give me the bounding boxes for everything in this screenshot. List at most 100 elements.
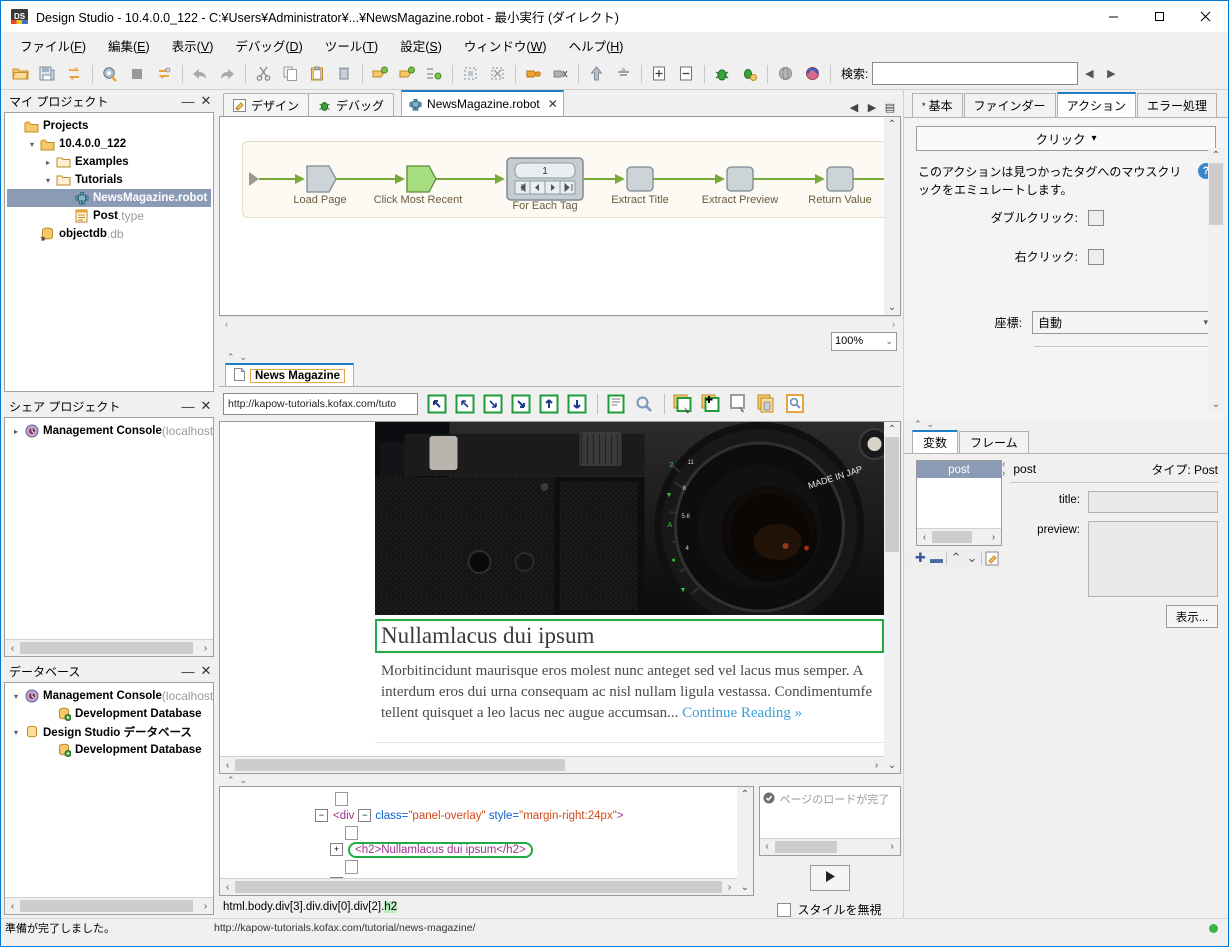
ignore-styles-row[interactable]: スタイルを無視 <box>777 901 881 918</box>
share-projects-hscrollbar[interactable]: ‹ › <box>5 639 213 656</box>
editor-menu-icon[interactable]: ▤ <box>883 101 897 114</box>
collapse-step-icon[interactable] <box>547 61 573 87</box>
my-projects-tree[interactable]: Projects ▾ 10.4.0.0_122 ▸ Examples <box>4 112 214 392</box>
scroll-left-arrow[interactable]: ‹ <box>219 319 234 330</box>
debug-icon[interactable] <box>709 61 735 87</box>
tree-item-development-database-1[interactable]: Development Database <box>7 705 211 723</box>
inspect-icon[interactable] <box>782 391 808 417</box>
collapse-down-icon[interactable]: ⌄ <box>240 352 248 363</box>
insert-step-before-icon[interactable] <box>367 61 393 87</box>
show-button[interactable]: 表示... <box>1166 605 1218 628</box>
move-down-icon[interactable] <box>610 61 636 87</box>
scroll-up-arrow[interactable]: ⌃ <box>888 422 896 437</box>
collapse-down-icon[interactable]: ⌄ <box>240 775 248 786</box>
remove-icon[interactable]: ▬ <box>930 548 943 568</box>
scroll-thumb[interactable] <box>885 437 899 552</box>
selected-node-highlight[interactable]: <h2>Nullamlacus dui ipsum</h2> <box>348 842 533 858</box>
minimize-button[interactable] <box>1090 1 1136 32</box>
run-robot-icon[interactable] <box>97 61 123 87</box>
source-vscrollbar[interactable]: ⌃ ⌄ <box>737 787 753 895</box>
tab-variables[interactable]: 変数 <box>912 430 958 453</box>
tree-item-tutorials[interactable]: ▾ Tutorials <box>7 171 211 189</box>
title-input[interactable] <box>1088 491 1218 513</box>
collapse-up-icon[interactable]: ⌃ <box>914 419 922 430</box>
scroll-track[interactable] <box>885 437 899 758</box>
scroll-right-arrow[interactable]: › <box>869 760 884 771</box>
scroll-thumb[interactable] <box>20 642 193 654</box>
close-button[interactable] <box>1182 1 1228 32</box>
robot-flow-canvas[interactable]: 1 <box>219 116 901 316</box>
debug-from-here-icon[interactable] <box>736 61 762 87</box>
add-tag-finder-icon[interactable] <box>698 391 724 417</box>
editor-prev-button[interactable]: ◀ <box>847 101 861 114</box>
twisty[interactable]: ▾ <box>9 692 23 701</box>
tree-item-newsmagazine-robot[interactable]: NewsMagazine.robot <box>7 189 211 207</box>
source-line-h2[interactable]: + <h2>Nullamlacus dui ipsum</h2> <box>220 841 753 858</box>
html-tree-view[interactable]: − <div − class="panel-overlay" style="ma… <box>219 786 754 896</box>
database-hscrollbar[interactable]: ‹ › <box>5 897 213 914</box>
scroll-track[interactable] <box>738 802 752 880</box>
message-hscrollbar[interactable]: ‹ › <box>760 838 900 855</box>
attr-collapse-toggle[interactable]: − <box>358 809 371 822</box>
delete-icon[interactable] <box>331 61 357 87</box>
tree-item-projects[interactable]: Projects <box>7 117 211 135</box>
menu-tools[interactable]: ツール(T) <box>314 32 389 59</box>
scroll-thumb[interactable] <box>235 881 722 893</box>
tab-debug[interactable]: デバッグ <box>308 93 394 116</box>
browser-page-view[interactable]: LENS MADE IN JAP <box>219 421 901 774</box>
scroll-track[interactable] <box>1209 163 1223 397</box>
scroll-track[interactable] <box>932 530 986 544</box>
tab-basic[interactable]: *基本 <box>912 93 963 117</box>
canvas-vscrollbar[interactable]: ⌃ ⌄ <box>884 117 900 315</box>
scroll-track[interactable] <box>885 132 899 300</box>
scroll-thumb[interactable] <box>20 900 193 912</box>
source-line-textnode-2[interactable] <box>220 824 753 841</box>
save-icon[interactable] <box>34 61 60 87</box>
reload-icon[interactable] <box>151 61 177 87</box>
share-projects-tree[interactable]: ▸ Management Console (localhost) ‹ › <box>4 417 214 657</box>
expand-toggle[interactable]: + <box>330 843 343 856</box>
scroll-left-arrow[interactable]: ‹ <box>220 882 235 893</box>
select-parent-icon[interactable] <box>424 391 450 417</box>
move-down-icon[interactable] <box>564 391 590 417</box>
scroll-left-arrow[interactable]: ‹ <box>917 532 932 543</box>
menu-debug[interactable]: デバッグ(D) <box>224 32 313 59</box>
scroll-right-arrow[interactable]: › <box>198 901 213 912</box>
menu-help[interactable]: ヘルプ(H) <box>558 32 635 59</box>
twisty[interactable]: ▾ <box>25 140 39 149</box>
share-projects-close-button[interactable]: ✕ <box>197 397 215 415</box>
canvas-hscrollbar[interactable]: ‹ › <box>219 316 901 331</box>
detail-nav-arrows[interactable]: ‹› <box>1002 460 1005 478</box>
undo-icon[interactable] <box>187 61 213 87</box>
clear-finder-icon[interactable] <box>726 391 752 417</box>
variables-list[interactable]: post ‹ › <box>916 460 1002 546</box>
scroll-thumb[interactable] <box>235 759 565 771</box>
database-close-button[interactable]: ✕ <box>197 662 215 680</box>
view-html-icon[interactable] <box>603 391 629 417</box>
insert-step-after-icon[interactable] <box>394 61 420 87</box>
scroll-left-arrow[interactable]: ‹ <box>5 901 20 912</box>
menu-view[interactable]: 表示(V) <box>161 32 225 59</box>
copy-page-icon[interactable] <box>754 391 780 417</box>
source-splitter[interactable]: ⌃⌄ <box>219 774 901 786</box>
move-up-icon[interactable]: ⌃ <box>950 548 963 568</box>
browser-tab-news-magazine[interactable]: News Magazine <box>225 363 354 386</box>
expand-step-icon[interactable] <box>520 61 546 87</box>
cut-icon[interactable] <box>250 61 276 87</box>
remove-page-icon[interactable] <box>673 61 699 87</box>
new-page-icon[interactable] <box>646 61 672 87</box>
my-projects-close-button[interactable]: ✕ <box>197 92 215 110</box>
source-line-textnode-3[interactable] <box>220 858 753 875</box>
search-next-button[interactable]: ▶ <box>1100 63 1122 85</box>
globe-refresh-icon[interactable] <box>799 61 825 87</box>
edit-icon[interactable] <box>985 548 1000 568</box>
scroll-right-arrow[interactable]: › <box>198 643 213 654</box>
message-box[interactable]: ページのロードが完了 ‹ › <box>759 786 901 856</box>
menu-settings[interactable]: 設定(S) <box>389 32 453 59</box>
tree-item-design-studio-database[interactable]: ▾ Design Studio データベース <box>7 723 211 741</box>
scroll-right-arrow[interactable]: › <box>885 841 900 852</box>
tree-item-objectdb[interactable]: objectdb.db <box>7 225 211 243</box>
redo-icon[interactable] <box>214 61 240 87</box>
flow-node-label-extract-title[interactable]: Extract Title <box>600 194 680 206</box>
collapse-up-icon[interactable]: ⌃ <box>227 352 235 363</box>
